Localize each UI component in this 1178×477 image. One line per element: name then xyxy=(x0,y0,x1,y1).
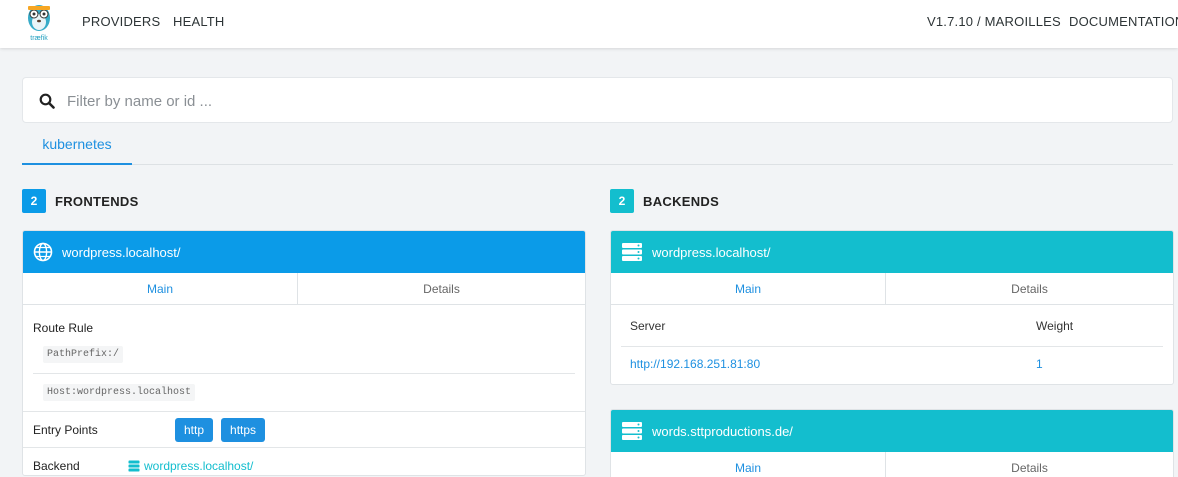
tab-details[interactable]: Details xyxy=(298,273,585,304)
server-column-header: Server xyxy=(630,318,666,333)
provider-tabs: kubernetes xyxy=(22,125,1173,165)
backend-card: words.sttproductions.de/ Main Details xyxy=(610,409,1174,477)
tab-main[interactable]: Main xyxy=(611,452,886,477)
backends-count-badge: 2 xyxy=(610,189,634,213)
backend-card-header: words.sttproductions.de/ xyxy=(611,410,1173,452)
tab-details[interactable]: Details xyxy=(886,273,1173,304)
entry-point-http[interactable]: http xyxy=(175,417,214,442)
frontends-heading: 2 FRONTENDS xyxy=(22,189,139,213)
backend-name: words.sttproductions.de/ xyxy=(652,423,793,439)
frontends-title: FRONTENDS xyxy=(55,193,139,209)
tab-kubernetes[interactable]: kubernetes xyxy=(22,125,132,165)
backend-card-tabs: Main Details xyxy=(611,452,1173,477)
frontends-count-badge: 2 xyxy=(22,189,46,213)
version-label[interactable]: V1.7.10 / MAROILLES xyxy=(927,14,1061,29)
frontend-name: wordpress.localhost/ xyxy=(62,244,181,260)
backends-heading: 2 BACKENDS xyxy=(610,189,719,213)
route-rule-label: Route Rule xyxy=(33,321,94,335)
server-icon xyxy=(622,243,642,261)
weight-column-header: Weight xyxy=(1036,318,1074,333)
nav-providers[interactable]: PROVIDERS xyxy=(82,14,160,29)
server-icon xyxy=(622,422,642,440)
server-url-link[interactable]: http://192.168.251.81:80 xyxy=(630,357,1036,371)
backend-card-header: wordpress.localhost/ xyxy=(611,231,1173,273)
search-box xyxy=(22,77,1173,123)
entry-point-https[interactable]: https xyxy=(221,417,266,442)
backend-link[interactable]: wordpress.localhost/ xyxy=(144,459,253,473)
top-navbar: træfik PROVIDERS HEALTH V1.7.10 / MAROIL… xyxy=(0,0,1178,48)
tab-details[interactable]: Details xyxy=(886,452,1173,477)
globe-icon xyxy=(33,242,53,262)
route-rule-code: Host:wordpress.localhost xyxy=(43,384,196,401)
backend-label: Backend xyxy=(33,458,80,473)
backend-card-tabs: Main Details xyxy=(611,273,1173,305)
route-rule-item: PathPrefix:/ xyxy=(33,341,575,373)
search-icon xyxy=(39,93,55,109)
frontend-card-tabs: Main Details xyxy=(23,273,585,305)
nav-documentation[interactable]: DOCUMENTATION xyxy=(1069,14,1178,29)
server-icon xyxy=(128,460,140,471)
backends-title: BACKENDS xyxy=(643,193,720,209)
backend-name: wordpress.localhost/ xyxy=(652,244,771,260)
frontend-card: wordpress.localhost/ Main Details Route … xyxy=(22,230,586,476)
nav-health[interactable]: HEALTH xyxy=(173,14,225,29)
frontend-card-header: wordpress.localhost/ xyxy=(23,231,585,273)
traefik-logo[interactable]: træfik xyxy=(22,2,56,44)
tab-main[interactable]: Main xyxy=(23,273,298,304)
logo-text: træfik xyxy=(30,35,48,42)
backend-card: wordpress.localhost/ Main Details Server… xyxy=(610,230,1174,385)
entry-points-row: Entry Points http https xyxy=(23,411,585,447)
search-input[interactable] xyxy=(67,87,1157,115)
server-table: Server Weight http://192.168.251.81:80 1 xyxy=(611,305,1173,381)
server-weight: 1 xyxy=(1036,357,1043,371)
route-rule-item: Host:wordpress.localhost xyxy=(33,373,575,411)
frontend-card-body: Route Rule PathPrefix:/ Host:wordpress.l… xyxy=(23,305,585,475)
server-table-header: Server Weight xyxy=(621,305,1163,347)
table-row: http://192.168.251.81:80 1 xyxy=(621,347,1163,381)
backend-row: Backend wordpress.localhost/ xyxy=(23,447,585,475)
route-rule-code: PathPrefix:/ xyxy=(43,346,124,363)
tab-main[interactable]: Main xyxy=(611,273,886,304)
entry-points-label: Entry Points xyxy=(33,422,98,437)
